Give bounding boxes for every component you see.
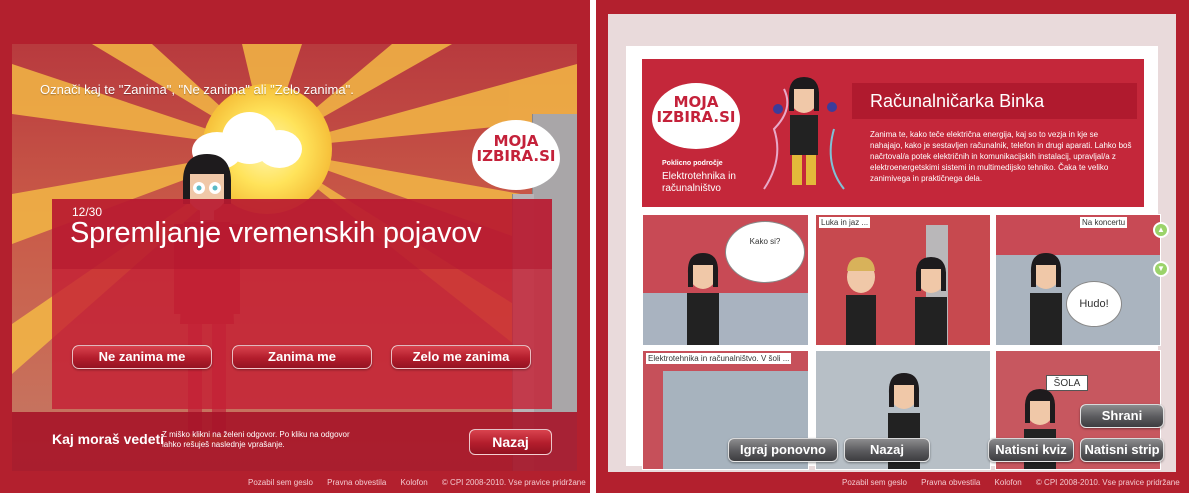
logo-line-2: IZBIRA.SI xyxy=(476,147,556,165)
comic-panel-2: Luka in jaz ... xyxy=(815,214,991,346)
footer-links: Pozabil sem geslo Pravna obvestila Kolof… xyxy=(842,478,1189,487)
help-bar: Kaj moraš vedeti Z miško klikni na želen… xyxy=(12,412,577,471)
replay-button[interactable]: Igraj ponovno xyxy=(728,438,838,462)
profession-banner: MOJA IZBIRA.SI Poklicno področje Elektro… xyxy=(642,59,1144,207)
copyright-text: © CPI 2008-2010. Vse pravice pridržane xyxy=(1035,478,1180,487)
colophon-link[interactable]: Kolofon xyxy=(995,478,1022,487)
moja-izbira-logo[interactable]: MOJA IZBIRA.SI xyxy=(472,120,560,190)
forgot-password-link[interactable]: Pozabil sem geslo xyxy=(248,478,313,487)
field-value: Elektrotehnika in računalništvo xyxy=(662,171,736,194)
save-button[interactable]: Shrani xyxy=(1080,404,1164,428)
scroll-down-arrow-icon[interactable]: ▼ xyxy=(1153,261,1169,277)
help-text: Z miško klikni na želeni odgovor. Po kli… xyxy=(162,430,350,449)
panel-caption: Elektrotehnika in računalništvo. V šoli … xyxy=(646,353,792,364)
quiz-screen: MOJA IZBIRA.SI Označi kaj te "Zanima", "… xyxy=(0,0,590,493)
help-heading: Kaj moraš vedeti xyxy=(52,431,165,447)
logo-line-2: IZBIRA.SI xyxy=(656,108,736,126)
comic-panel-1: Kako si? xyxy=(642,214,809,346)
legal-notice-link[interactable]: Pravna obvestila xyxy=(327,478,386,487)
comic-screen: MOJA IZBIRA.SI Poklicno področje Elektro… xyxy=(596,0,1189,493)
colophon-link[interactable]: Kolofon xyxy=(401,478,428,487)
back-button[interactable]: Nazaj xyxy=(469,429,552,455)
scroll-up-arrow-icon[interactable]: ▲ xyxy=(1153,222,1169,238)
profession-description: Zanima te, kako teče električna energija… xyxy=(870,130,1132,183)
field-label: Poklicno področje xyxy=(662,160,723,167)
footer-links: Pozabil sem geslo Pravna obvestila Kolof… xyxy=(248,478,590,487)
binka-figure xyxy=(687,253,719,345)
very-interested-button[interactable]: Zelo me zanima xyxy=(391,345,531,369)
moja-izbira-logo[interactable]: MOJA IZBIRA.SI xyxy=(652,83,740,149)
legal-notice-link[interactable]: Pravna obvestila xyxy=(921,478,980,487)
question-header: 12/30 Spremljanje vremenskih pojavov xyxy=(52,199,552,269)
question-title: Spremljanje vremenskih pojavov xyxy=(70,217,482,249)
instruction-text: Označi kaj te "Zanima", "Ne zanima" ali … xyxy=(40,82,354,97)
binka-character xyxy=(763,77,845,190)
forgot-password-link[interactable]: Pozabil sem geslo xyxy=(842,478,907,487)
speech-bubble: Hudo! xyxy=(1066,281,1122,327)
question-panel: 12/30 Spremljanje vremenskih pojavov Ne … xyxy=(52,199,552,409)
interested-button[interactable]: Zanima me xyxy=(232,345,372,369)
print-strip-button[interactable]: Natisni strip xyxy=(1080,438,1164,462)
comic-panel-3: Na koncertu Hudo! xyxy=(995,214,1161,346)
not-interested-button[interactable]: Ne zanima me xyxy=(72,345,212,369)
print-quiz-button[interactable]: Natisni kviz xyxy=(988,438,1074,462)
speech-bubble: Kako si? xyxy=(725,221,805,283)
luka-and-binka xyxy=(846,257,947,345)
copyright-text: © CPI 2008-2010. Vse pravice pridržane xyxy=(441,478,586,487)
panel-caption: Na koncertu xyxy=(1080,217,1128,228)
panel-caption: Luka in jaz ... xyxy=(819,217,871,228)
back-button[interactable]: Nazaj xyxy=(844,438,930,462)
profession-title: Računalničarka Binka xyxy=(870,91,1045,111)
